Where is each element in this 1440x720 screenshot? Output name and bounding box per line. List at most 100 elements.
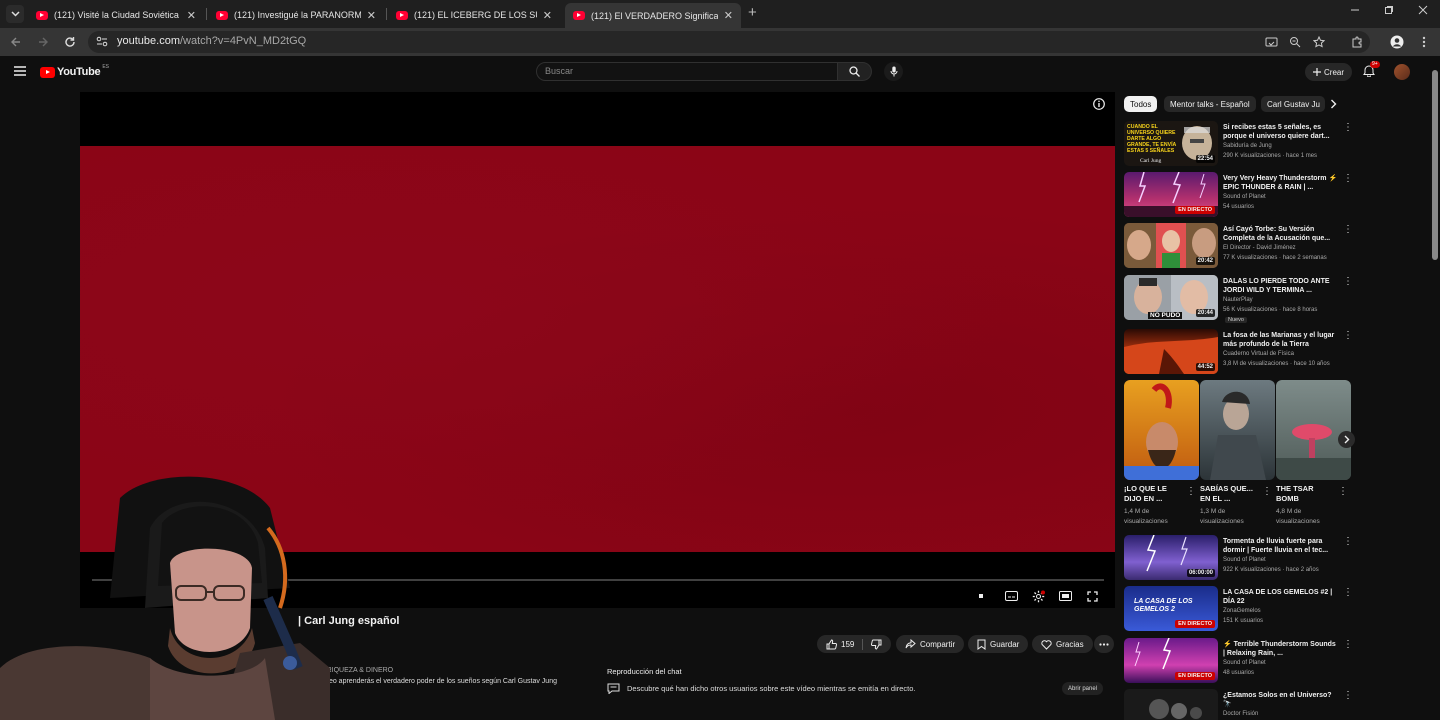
share-button[interactable]: Compartir — [896, 635, 965, 653]
recommendation-item[interactable]: 06:00:00 Tormenta de lluvia fuerte para … — [1124, 535, 1354, 583]
short-item[interactable]: ¡LO QUE LE DIJO EN ... 1,4 M de visualiz… — [1124, 380, 1199, 525]
short-thumbnail[interactable] — [1200, 380, 1275, 480]
close-tab-icon[interactable]: ✕ — [367, 9, 376, 22]
recommendation-item[interactable]: LA CASA DE LOS GEMELOS 2 EN DIRECTO LA C… — [1124, 586, 1354, 634]
short-thumbnail[interactable] — [1124, 380, 1199, 480]
more-vertical-icon[interactable]: ⋮ — [1343, 123, 1353, 133]
more-vertical-icon[interactable]: ⋮ — [1343, 174, 1353, 184]
save-button[interactable]: Guardar — [968, 635, 1029, 653]
minimize-icon[interactable] — [1350, 5, 1360, 15]
forward-button[interactable] — [35, 34, 51, 50]
description-text[interactable]: video aprenderás el verdadero poder de l… — [320, 678, 557, 685]
hamburger-menu-icon[interactable] — [14, 66, 26, 76]
channel-name[interactable]: Doctor Fisión — [1223, 711, 1258, 717]
short-item[interactable]: SABÍAS QUE... EN EL ... 1,3 M de visuali… — [1200, 380, 1275, 525]
zoom-icon[interactable] — [1288, 35, 1302, 49]
new-tab-button[interactable]: + — [748, 4, 757, 21]
video-thumbnail[interactable] — [1124, 689, 1218, 720]
page-scrollbar[interactable] — [1432, 70, 1438, 260]
recommendation-item[interactable]: 44:52 La fosa de las Marianas y el lugar… — [1124, 329, 1354, 377]
chip-mentor-talks[interactable]: Mentor talks - Español — [1164, 96, 1256, 112]
channel-name[interactable]: El Director - David Jiménez — [1223, 245, 1296, 251]
extensions-puzzle-icon[interactable] — [1350, 35, 1364, 49]
recommendation-title[interactable]: ⚡ Terrible Thunderstorm Sounds | Relaxin… — [1223, 640, 1338, 658]
create-button[interactable]: Crear — [1305, 63, 1353, 81]
close-window-icon[interactable] — [1418, 5, 1428, 15]
more-vertical-icon[interactable]: ⋮ — [1343, 588, 1353, 598]
short-title[interactable]: ¡LO QUE LE DIJO EN ... — [1124, 484, 1182, 504]
recommendation-title[interactable]: LA CASA DE LOS GEMELOS #2 | DÍA 22 — [1223, 588, 1338, 606]
info-icon[interactable] — [1093, 98, 1105, 110]
more-vertical-icon[interactable]: ⋮ — [1343, 331, 1353, 341]
more-vertical-icon[interactable]: ⋮ — [1186, 486, 1196, 497]
recommendation-title[interactable]: DALAS LO PIERDE TODO ANTE JORDI WILD Y T… — [1223, 277, 1338, 295]
user-avatar[interactable] — [1394, 64, 1410, 80]
like-button[interactable]: 159 — [817, 635, 892, 653]
chip-all[interactable]: Todos — [1124, 96, 1158, 112]
channel-name[interactable]: Sound of Planet — [1223, 194, 1266, 200]
fullscreen-icon[interactable] — [1085, 589, 1099, 603]
chip-carl-gustav-jung[interactable]: Carl Gustav Ju — [1261, 96, 1325, 112]
subtitles-icon[interactable] — [1004, 589, 1018, 603]
youtube-logo[interactable]: YouTube ES — [40, 64, 109, 78]
channel-name[interactable]: Cuaderno Virtual de Física — [1223, 351, 1294, 357]
thanks-button[interactable]: Gracias — [1032, 635, 1093, 653]
back-button[interactable] — [8, 34, 24, 50]
cast-icon[interactable] — [1264, 35, 1278, 49]
recommendation-title[interactable]: Así Cayó Torbe: Su Versión Completa de l… — [1223, 225, 1338, 243]
bookmark-star-icon[interactable] — [1312, 35, 1326, 49]
browser-menu-icon[interactable] — [1417, 35, 1431, 49]
channel-name[interactable]: Sound of Planet — [1223, 660, 1266, 666]
close-tab-icon[interactable]: ✕ — [543, 9, 552, 22]
shorts-next-button[interactable] — [1338, 431, 1355, 448]
video-thumbnail[interactable]: 06:00:00 — [1124, 535, 1218, 580]
recommendation-item[interactable]: 20:42 Así Cayó Torbe: Su Versión Complet… — [1124, 223, 1354, 271]
more-actions-button[interactable] — [1094, 635, 1114, 653]
video-thumbnail[interactable]: LA CASA DE LOS GEMELOS 2 EN DIRECTO — [1124, 586, 1218, 631]
tab-search-button[interactable] — [6, 5, 24, 23]
site-info-icon[interactable] — [96, 36, 108, 47]
recommendation-title[interactable]: Very Very Heavy Thunderstorm ⚡ EPIC THUN… — [1223, 174, 1338, 192]
recommendation-item[interactable]: NO PUDO 20:44 DALAS LO PIERDE TODO ANTE … — [1124, 275, 1354, 323]
recommendation-item[interactable]: CUANDO EL UNIVERSO QUIERE DARTE ALGO GRA… — [1124, 121, 1354, 169]
video-thumbnail[interactable]: EN DIRECTO — [1124, 638, 1218, 683]
short-item[interactable]: THE TSAR BOMB 4,8 M de visualizaciones ⋮ — [1276, 380, 1351, 525]
more-vertical-icon[interactable]: ⋮ — [1343, 691, 1353, 701]
video-thumbnail[interactable]: 44:52 — [1124, 329, 1218, 374]
search-input[interactable]: Buscar — [536, 62, 838, 81]
video-thumbnail[interactable]: EN DIRECTO — [1124, 172, 1218, 217]
channel-name[interactable]: ZonaGemelos — [1223, 608, 1261, 614]
more-vertical-icon[interactable]: ⋮ — [1343, 277, 1353, 287]
video-thumbnail[interactable]: CUANDO EL UNIVERSO QUIERE DARTE ALGO GRA… — [1124, 121, 1218, 166]
channel-name[interactable]: Sound of Planet — [1223, 557, 1266, 563]
restore-icon[interactable] — [1384, 5, 1394, 15]
recommendation-title[interactable]: Tormenta de lluvia fuerte para dormir | … — [1223, 537, 1338, 555]
notifications-bell-icon[interactable]: 9+ — [1363, 61, 1380, 77]
recommendation-item[interactable]: ¿Estamos Solos en el Universo? 🔭 Doctor … — [1124, 689, 1354, 720]
recommendation-item[interactable]: EN DIRECTO Very Very Heavy Thunderstorm … — [1124, 172, 1354, 220]
channel-name[interactable]: NauterPlay — [1223, 297, 1253, 303]
short-thumbnail[interactable] — [1276, 380, 1351, 480]
theater-mode-icon[interactable] — [1058, 589, 1072, 603]
autoplay-dot-icon[interactable] — [974, 589, 988, 603]
profile-icon[interactable] — [1390, 35, 1404, 49]
settings-gear-icon[interactable] — [1031, 589, 1045, 603]
more-vertical-icon[interactable]: ⋮ — [1338, 486, 1348, 497]
more-vertical-icon[interactable]: ⋮ — [1343, 225, 1353, 235]
channel-name[interactable]: Sabiduría de Jung — [1223, 143, 1272, 149]
browser-tab[interactable]: (121) EL ICEBERG DE LOS SUEÑOS ✕ — [388, 4, 560, 26]
address-bar[interactable]: youtube.com/watch?v=4PvN_MD2tGQ — [88, 31, 1370, 53]
more-vertical-icon[interactable]: ⋮ — [1262, 486, 1272, 497]
recommendation-title[interactable]: Si recibes estas 5 señales, es porque el… — [1223, 123, 1338, 141]
description-channel-line[interactable]: E RIQUEZA & DINERO — [320, 667, 393, 674]
video-thumbnail[interactable]: 20:42 — [1124, 223, 1218, 268]
browser-tab[interactable]: (121) Visité la Ciudad Soviética ✕ — [28, 4, 204, 26]
video-thumbnail[interactable]: NO PUDO 20:44 — [1124, 275, 1218, 320]
recommendation-item[interactable]: EN DIRECTO ⚡ Terrible Thunderstorm Sound… — [1124, 638, 1354, 686]
more-vertical-icon[interactable]: ⋮ — [1343, 537, 1353, 547]
recommendation-title[interactable]: La fosa de las Marianas y el lugar más p… — [1223, 331, 1338, 349]
reload-button[interactable] — [62, 34, 78, 50]
recommendation-title[interactable]: ¿Estamos Solos en el Universo? 🔭 — [1223, 691, 1338, 709]
voice-search-button[interactable] — [884, 62, 903, 81]
short-title[interactable]: THE TSAR BOMB — [1276, 484, 1334, 504]
